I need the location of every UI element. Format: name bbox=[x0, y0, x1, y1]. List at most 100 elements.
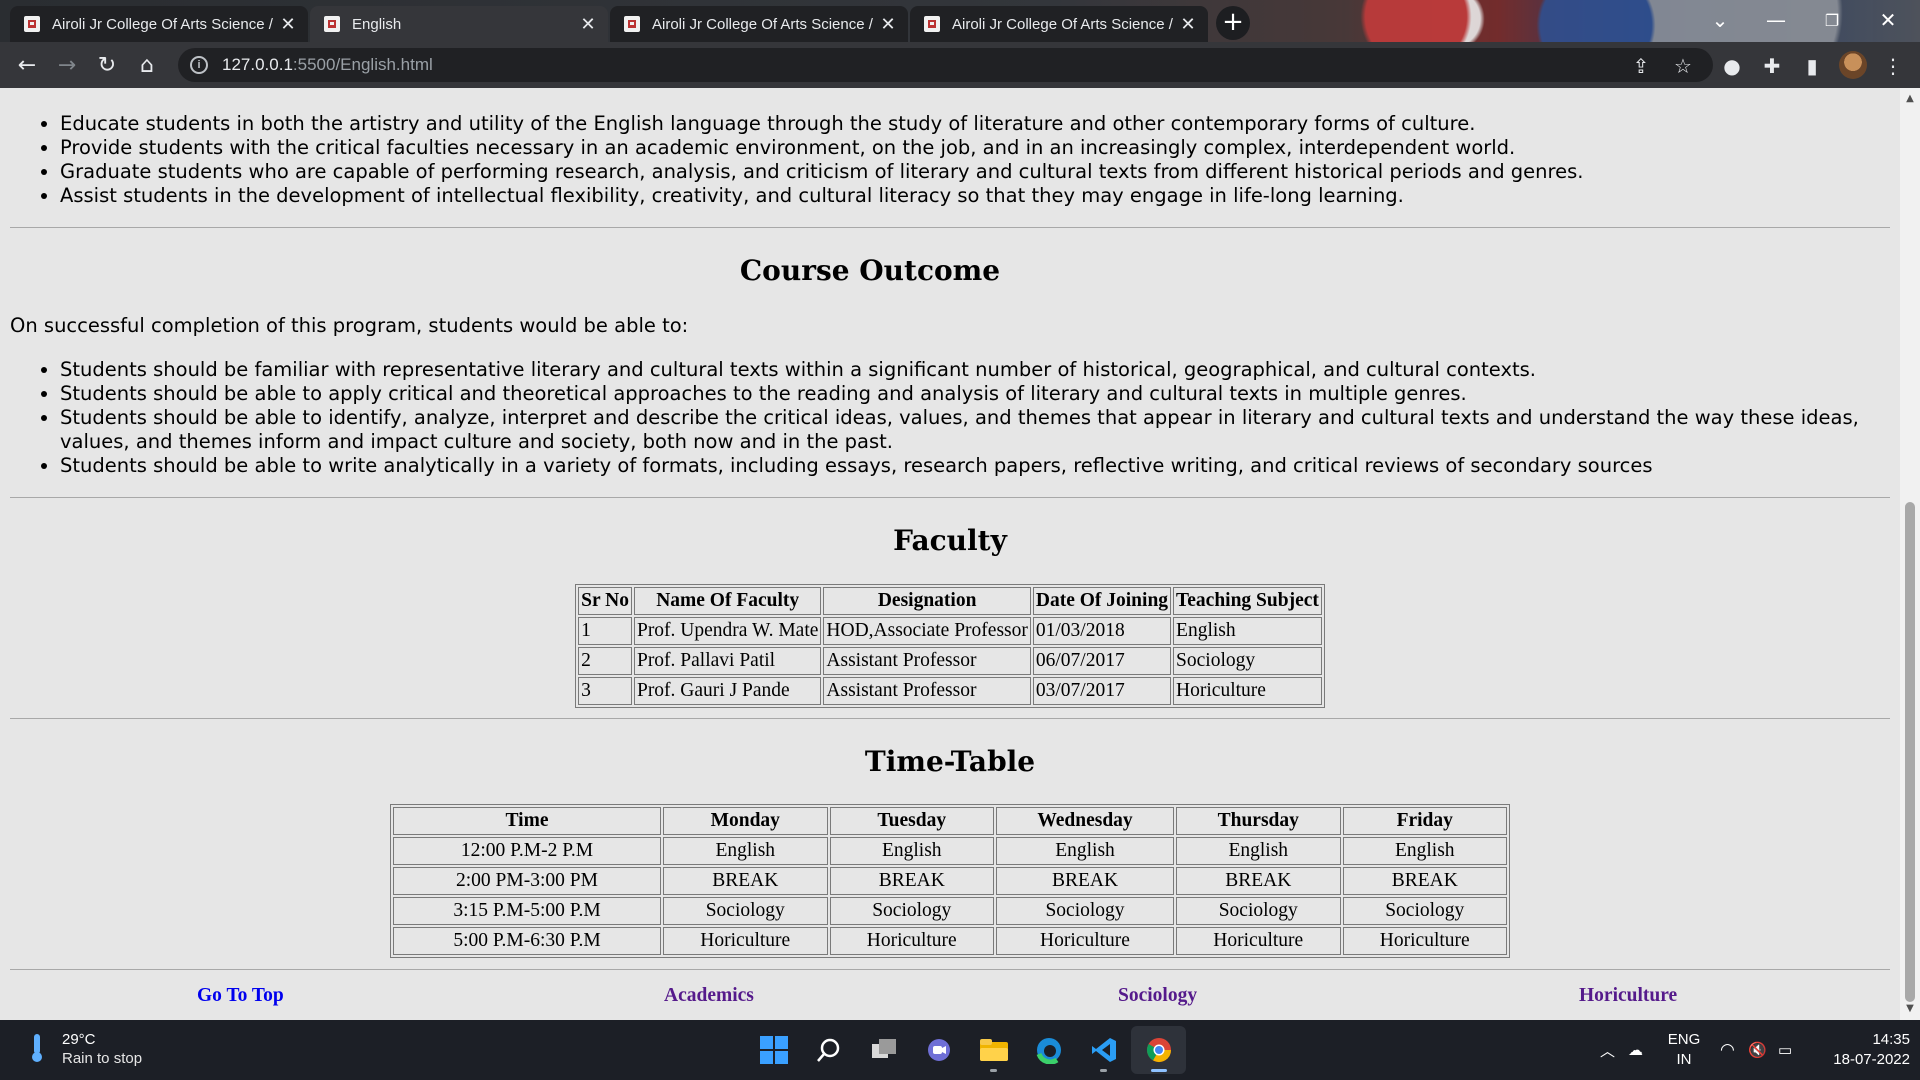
weather-widget[interactable]: 29°C Rain to stop bbox=[30, 1030, 142, 1068]
favicon-icon bbox=[24, 16, 40, 32]
chrome-icon[interactable] bbox=[1131, 1026, 1186, 1074]
forward-icon[interactable]: → bbox=[53, 51, 81, 79]
thermometer-icon bbox=[30, 1034, 44, 1064]
onedrive-cloud-icon[interactable]: ☁ bbox=[1628, 1020, 1643, 1080]
scrollbar-thumb[interactable] bbox=[1905, 502, 1915, 1002]
edge-icon[interactable] bbox=[1021, 1026, 1076, 1074]
close-tab-icon[interactable]: ✕ bbox=[1178, 14, 1198, 34]
chat-icon[interactable] bbox=[911, 1026, 966, 1074]
scroll-up-icon[interactable]: ▲ bbox=[1905, 94, 1915, 104]
scroll-down-icon[interactable]: ▼ bbox=[1905, 1004, 1915, 1014]
go-to-top-link[interactable]: Go To Top bbox=[197, 985, 284, 1007]
windows-start-icon[interactable] bbox=[746, 1026, 801, 1074]
system-clock[interactable]: 14:35 18-07-2022 bbox=[1810, 1030, 1910, 1070]
close-tab-icon[interactable]: ✕ bbox=[578, 14, 598, 34]
browser-tab-4[interactable]: Airoli Jr College Of Arts Science / ✕ bbox=[910, 6, 1208, 42]
page-scrollbar[interactable]: ▲ ▼ bbox=[1900, 88, 1920, 1020]
browser-tab-1[interactable]: Airoli Jr College Of Arts Science / ✕ bbox=[10, 6, 308, 42]
table-cell: Horiculture bbox=[996, 927, 1174, 955]
table-cell: BREAK bbox=[829, 867, 994, 895]
sociology-link[interactable]: Sociology bbox=[1118, 985, 1197, 1007]
menu-kebab-icon[interactable]: ⋮ bbox=[1880, 53, 1906, 79]
table-cell: Horiculture bbox=[1176, 927, 1341, 955]
tab-title: English bbox=[352, 15, 402, 33]
favicon-icon bbox=[624, 16, 640, 32]
weather-description: Rain to stop bbox=[62, 1050, 143, 1067]
volume-muted-icon[interactable]: 🔇 bbox=[1748, 1020, 1767, 1080]
task-view-icon[interactable] bbox=[856, 1026, 911, 1074]
table-cell: 1 bbox=[578, 617, 632, 645]
horiculture-link[interactable]: Horiculture bbox=[1579, 985, 1677, 1007]
column-header: Designation bbox=[823, 587, 1031, 615]
tab-search-icon[interactable]: ⌄ bbox=[1692, 0, 1748, 40]
table-cell: English bbox=[1342, 837, 1507, 865]
timetable-table: Time Monday Tuesday Wednesday Thursday F… bbox=[390, 804, 1510, 958]
search-icon[interactable] bbox=[801, 1026, 856, 1074]
list-item: Students should be able to apply critica… bbox=[60, 382, 1880, 406]
close-tab-icon[interactable]: ✕ bbox=[878, 14, 898, 34]
tab-title: Airoli Jr College Of Arts Science / bbox=[652, 15, 873, 33]
column-header: Wednesday bbox=[996, 807, 1174, 835]
side-panel-icon[interactable]: ▮ bbox=[1799, 53, 1825, 79]
site-info-icon[interactable]: i bbox=[190, 56, 208, 74]
table-cell: Horiculture bbox=[1342, 927, 1507, 955]
table-cell: Horiculture bbox=[1173, 677, 1322, 705]
table-cell: English bbox=[1173, 617, 1322, 645]
show-hidden-icons-icon[interactable]: ︿ bbox=[1600, 1020, 1615, 1080]
divider bbox=[10, 969, 1890, 970]
table-row: 2 Prof. Pallavi Patil Assistant Professo… bbox=[578, 647, 1322, 675]
close-tab-icon[interactable]: ✕ bbox=[278, 14, 298, 34]
table-cell: Prof. Upendra W. Mate bbox=[633, 617, 822, 645]
share-icon[interactable]: ⇪ bbox=[1628, 53, 1654, 79]
reload-icon[interactable]: ↻ bbox=[93, 51, 121, 79]
bookmark-star-icon[interactable]: ☆ bbox=[1670, 53, 1696, 79]
extension-circle-icon[interactable]: ● bbox=[1719, 53, 1745, 79]
list-item: Assist students in the development of in… bbox=[60, 184, 1880, 208]
academics-link[interactable]: Academics bbox=[664, 985, 754, 1007]
minimize-icon[interactable]: — bbox=[1748, 0, 1804, 40]
browser-tab-2[interactable]: English ✕ bbox=[310, 6, 608, 42]
weather-temperature: 29°C bbox=[62, 1031, 96, 1048]
table-cell: 03/07/2017 bbox=[1032, 677, 1172, 705]
vscode-icon[interactable] bbox=[1076, 1026, 1131, 1074]
table-cell: HOD,Associate Professor bbox=[823, 617, 1031, 645]
table-cell: BREAK bbox=[663, 867, 828, 895]
address-bar[interactable]: i 127.0.0.1:5500/English.html bbox=[178, 48, 1713, 82]
wifi-icon[interactable]: ◠ bbox=[1720, 1020, 1735, 1080]
faculty-heading: Faculty bbox=[893, 524, 1007, 557]
battery-icon[interactable]: ▭ bbox=[1778, 1020, 1792, 1080]
table-header-row: Sr No Name Of Faculty Designation Date O… bbox=[578, 587, 1322, 615]
course-outcome-intro: On successful completion of this program… bbox=[10, 314, 689, 337]
table-cell: Prof. Pallavi Patil bbox=[633, 647, 822, 675]
table-header-row: Time Monday Tuesday Wednesday Thursday F… bbox=[393, 807, 1507, 835]
extensions-puzzle-icon[interactable]: ✚ bbox=[1759, 53, 1785, 79]
column-header: Name Of Faculty bbox=[633, 587, 822, 615]
language-code: ENG bbox=[1667, 1031, 1701, 1048]
browser-tab-3[interactable]: Airoli Jr College Of Arts Science / ✕ bbox=[610, 6, 908, 42]
running-indicator bbox=[1100, 1069, 1107, 1072]
table-cell: Horiculture bbox=[829, 927, 994, 955]
table-cell: Prof. Gauri J Pande bbox=[633, 677, 822, 705]
web-page: Educate students in both the artistry an… bbox=[0, 88, 1900, 1020]
home-icon[interactable]: ⌂ bbox=[133, 51, 161, 79]
faculty-table: Sr No Name Of Faculty Designation Date O… bbox=[575, 584, 1325, 708]
divider bbox=[10, 227, 1890, 228]
profile-avatar[interactable] bbox=[1839, 51, 1867, 79]
back-icon[interactable]: ← bbox=[13, 51, 41, 79]
table-cell: 06/07/2017 bbox=[1032, 647, 1172, 675]
table-cell: English bbox=[996, 837, 1174, 865]
file-explorer-icon[interactable] bbox=[966, 1026, 1021, 1074]
language-indicator[interactable]: ENG IN bbox=[1666, 1030, 1702, 1070]
column-header: Time bbox=[393, 807, 661, 835]
url-path: :5500/English.html bbox=[292, 55, 433, 74]
new-tab-button[interactable]: + bbox=[1216, 6, 1250, 40]
table-row: 12:00 P.M-2 P.M English English English … bbox=[393, 837, 1507, 865]
restore-icon[interactable]: ❐ bbox=[1804, 0, 1860, 40]
close-window-icon[interactable]: ✕ bbox=[1860, 0, 1916, 40]
taskbar-apps bbox=[746, 1026, 1186, 1074]
column-header: Thursday bbox=[1176, 807, 1341, 835]
table-cell: 01/03/2018 bbox=[1032, 617, 1172, 645]
column-header: Tuesday bbox=[829, 807, 994, 835]
table-cell: Sociology bbox=[1342, 897, 1507, 925]
table-cell: BREAK bbox=[996, 867, 1174, 895]
